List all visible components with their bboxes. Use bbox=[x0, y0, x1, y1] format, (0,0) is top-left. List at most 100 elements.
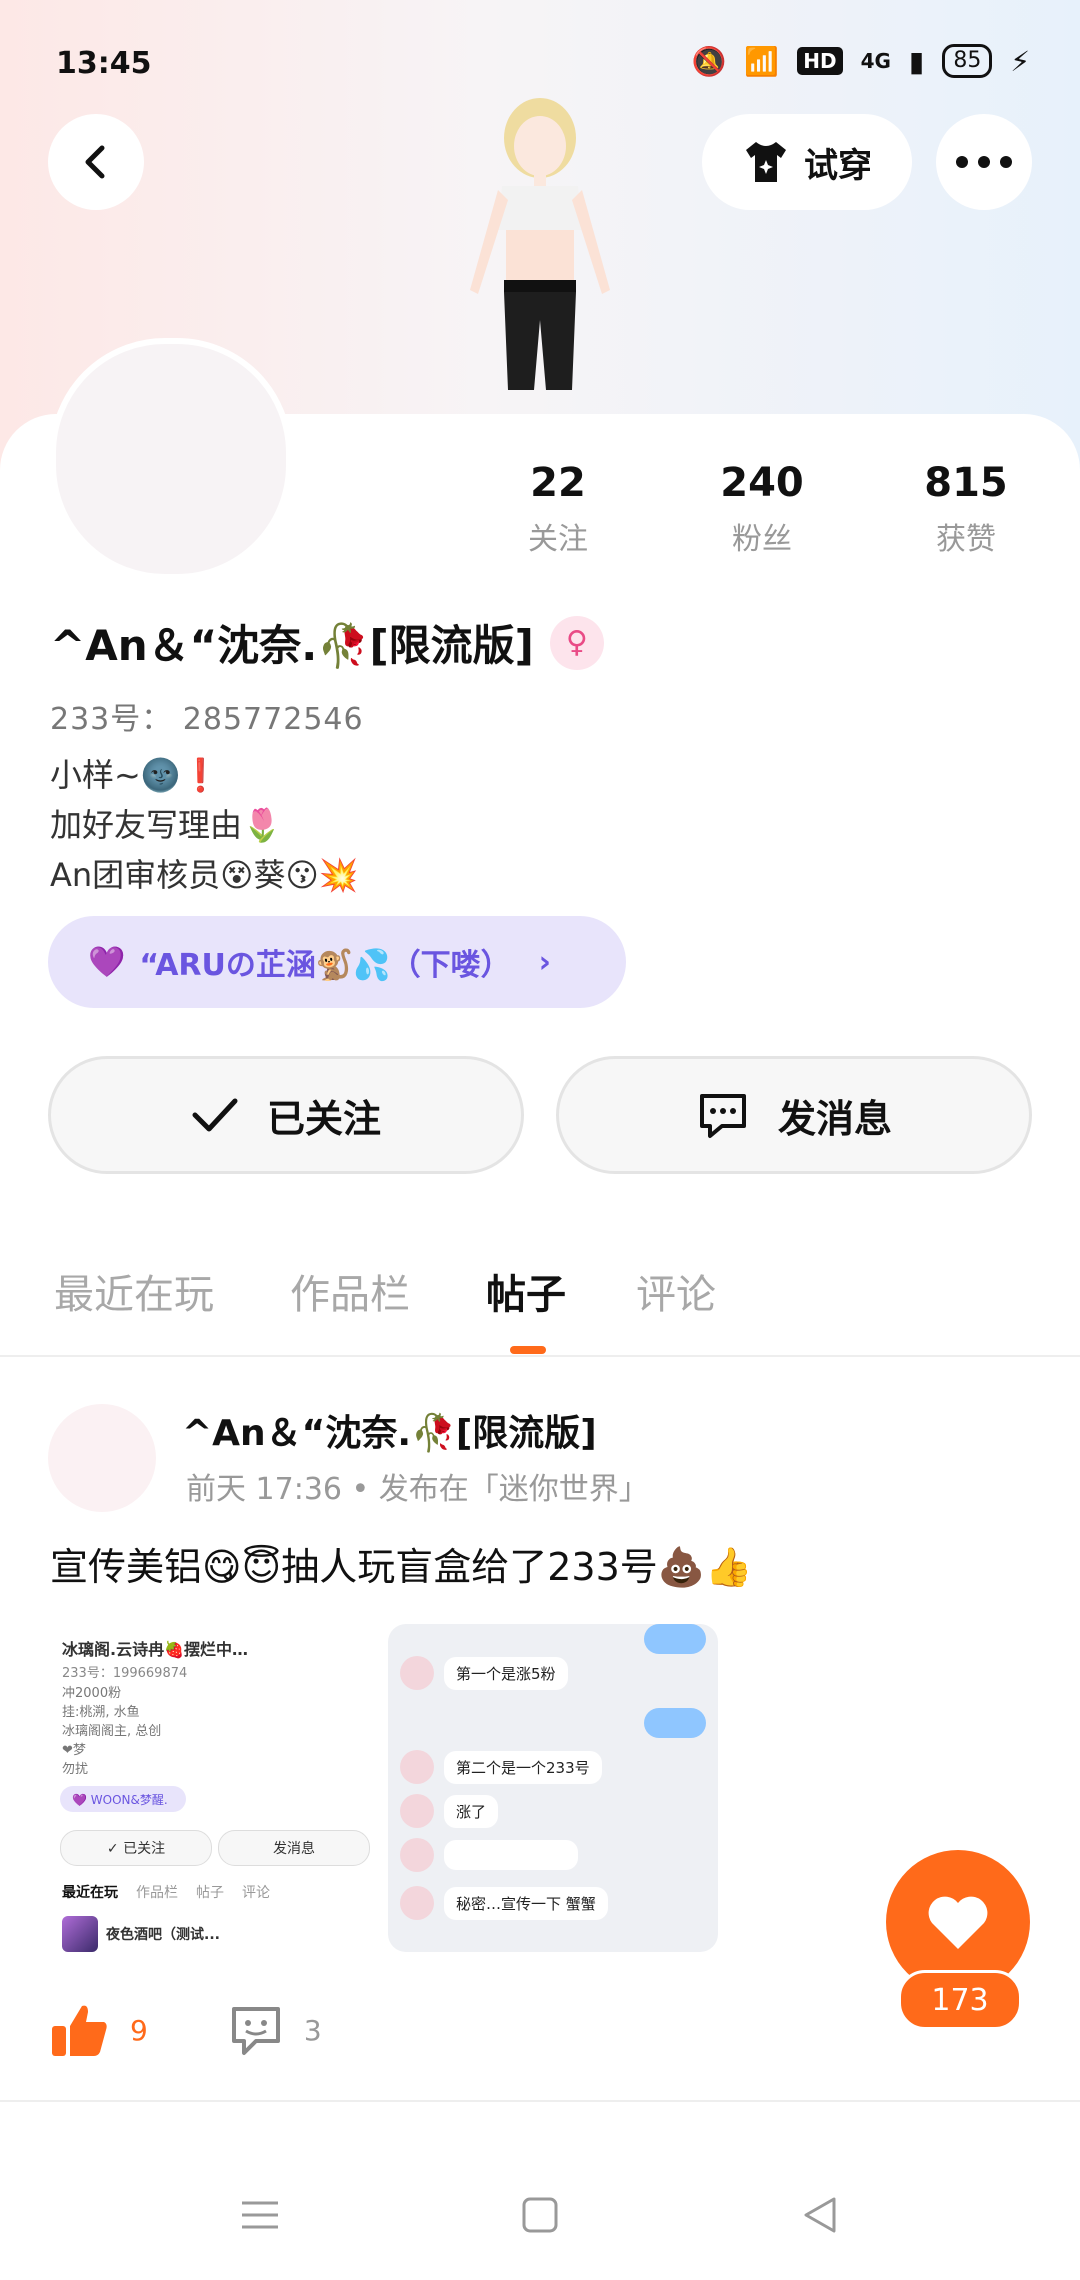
thumb-tab: 作品栏 bbox=[136, 1885, 178, 1901]
bio: 小样~🌚❗ 加好友写理由🌷 An团审核员😵葵😗💥 bbox=[50, 750, 359, 900]
profile-tabs: 最近在玩 作品栏 帖子 评论 bbox=[0, 1240, 1080, 1360]
thumbs-up-icon[interactable] bbox=[50, 2002, 110, 2058]
chat-self-bubble bbox=[644, 1708, 706, 1738]
stat-likes-label: 获赞 bbox=[936, 522, 996, 557]
chat-avatar bbox=[400, 1794, 434, 1828]
message-button[interactable]: 发消息 bbox=[556, 1056, 1032, 1174]
tab-works[interactable]: 作品栏 bbox=[290, 1262, 410, 1320]
stat-following-value: 22 bbox=[530, 460, 586, 506]
chat-message: 涨了 bbox=[444, 1794, 499, 1828]
post-image-chat[interactable]: 第一个是涨5粉 第二个是一个233号 涨了 秘密…宣传一下 蟹蟹 bbox=[388, 1624, 718, 1952]
system-nav-bar bbox=[0, 2160, 1080, 2270]
signal-icon: ▮ bbox=[908, 44, 925, 78]
chat-avatar bbox=[400, 1656, 434, 1690]
thumb-bio-line: 冰璃阁阁主, 总创 bbox=[62, 1724, 162, 1739]
profile-stats: 22 关注 240 粉丝 815 获赞 bbox=[0, 460, 1080, 580]
menu-icon[interactable] bbox=[240, 2197, 280, 2233]
user-id[interactable]: 233号： 285772546 bbox=[50, 694, 364, 738]
game-thumbnail bbox=[62, 1916, 98, 1952]
stat-likes-value: 815 bbox=[924, 460, 1008, 506]
thumb-bio-line: 勿扰 bbox=[62, 1762, 89, 1777]
tab-indicator bbox=[510, 1346, 546, 1354]
stat-fans-value: 240 bbox=[720, 460, 804, 506]
like-count: 9 bbox=[130, 2013, 148, 2047]
stat-fans-label: 粉丝 bbox=[732, 522, 792, 557]
more-button[interactable] bbox=[936, 114, 1032, 210]
post-text[interactable]: 宣传美铝😋😇抽人玩盲盒给了233号💩👍 bbox=[50, 1536, 752, 1591]
club-pill[interactable]: 💜 “ARUの芷涵🐒💦（下喽） › bbox=[48, 916, 626, 1008]
post-images: 冰璃阁.云诗冉🍓摆烂中… 233号：199669874 冲2000粉 挂:桃溯,… bbox=[48, 1624, 718, 1952]
name-row: ^An＆“沈奈.🥀[限流版] ♀ bbox=[50, 612, 604, 673]
chat-avatar bbox=[400, 1750, 434, 1784]
back-button[interactable] bbox=[48, 114, 144, 210]
tab-recent[interactable]: 最近在玩 bbox=[54, 1262, 214, 1320]
heart-icon: 💜 bbox=[88, 944, 126, 980]
status-time: 13:45 bbox=[56, 46, 152, 81]
thumb-message-button: 发消息 bbox=[218, 1830, 370, 1866]
chat-avatar bbox=[400, 1886, 434, 1920]
heart-icon bbox=[928, 1896, 988, 1949]
try-on-label: 试穿 bbox=[804, 145, 872, 186]
chat-self-bubble bbox=[644, 1624, 706, 1654]
female-icon: ♀ bbox=[549, 615, 604, 670]
divider bbox=[0, 2100, 1080, 2102]
message-label: 发消息 bbox=[777, 1096, 892, 1141]
chat-row bbox=[400, 1838, 578, 1872]
check-icon bbox=[192, 1098, 238, 1132]
follow-button[interactable]: 已关注 bbox=[48, 1056, 524, 1174]
thumb-tab: 最近在玩 bbox=[62, 1885, 118, 1901]
tab-posts[interactable]: 帖子 bbox=[486, 1262, 566, 1320]
thumb-club-pill: 💜 WOON&梦醒. bbox=[60, 1786, 186, 1812]
mute-icon: 🔕 bbox=[691, 44, 727, 78]
chat-message: 第二个是一个233号 bbox=[444, 1750, 602, 1784]
chat-row: 涨了 bbox=[400, 1794, 499, 1828]
bio-line: An团审核员😵葵😗💥 bbox=[50, 856, 359, 894]
chat-icon bbox=[699, 1094, 746, 1138]
wifi-icon: 📶 bbox=[744, 44, 780, 78]
stat-following[interactable]: 22 关注 bbox=[478, 460, 638, 558]
avatar-character[interactable] bbox=[430, 90, 650, 420]
divider bbox=[0, 1355, 1080, 1357]
thumb-username: 冰璃阁.云诗冉🍓摆烂中… bbox=[62, 1640, 249, 1659]
chevron-left-icon bbox=[85, 145, 105, 179]
comment-count: 3 bbox=[303, 2013, 322, 2047]
username: ^An＆“沈奈.🥀[限流版] bbox=[50, 621, 534, 670]
post-author[interactable]: ^An＆“沈奈.🥀[限流版] bbox=[182, 1404, 597, 1456]
post-author-avatar[interactable] bbox=[48, 1404, 156, 1512]
thumb-bio: 冲2000粉 挂:桃溯, 水鱼 冰璃阁阁主, 总创 ❤梦 勿扰 bbox=[62, 1684, 161, 1779]
network-label: 4G bbox=[860, 49, 891, 73]
tab-comments[interactable]: 评论 bbox=[636, 1262, 716, 1320]
thumb-tab: 帖子 bbox=[196, 1885, 224, 1901]
battery-level: 85 bbox=[942, 44, 993, 78]
thumb-bio-line: 冲2000粉 bbox=[62, 1686, 122, 1701]
thumb-tabs: 最近在玩 作品栏 帖子 评论 bbox=[62, 1882, 270, 1902]
thumb-follow-button: ✓ 已关注 bbox=[60, 1830, 212, 1866]
stat-likes[interactable]: 815 获赞 bbox=[886, 460, 1046, 558]
thumb-user-id: 233号：199669874 bbox=[62, 1666, 188, 1681]
like-fab-count: 173 bbox=[898, 1970, 1022, 2030]
more-icon bbox=[956, 156, 1012, 168]
stat-following-label: 关注 bbox=[528, 522, 588, 557]
comment-icon[interactable] bbox=[228, 2003, 284, 2057]
bio-line: 加好友写理由🌷 bbox=[50, 806, 282, 844]
shirt-icon bbox=[746, 142, 786, 182]
stat-fans[interactable]: 240 粉丝 bbox=[682, 460, 842, 558]
chat-avatar bbox=[400, 1838, 434, 1872]
chevron-right-icon: › bbox=[538, 944, 551, 980]
thumb-game-row: 夜色酒吧（测试... bbox=[62, 1916, 220, 1952]
chat-message-blurred bbox=[444, 1840, 578, 1870]
chat-row: 第二个是一个233号 bbox=[400, 1750, 602, 1784]
thumb-game-name: 夜色酒吧（测试... bbox=[106, 1927, 220, 1943]
back-triangle-icon[interactable] bbox=[800, 2195, 840, 2235]
thumb-bio-line: 挂:桃溯, 水鱼 bbox=[62, 1705, 140, 1720]
bio-line: 小样~🌚❗ bbox=[50, 756, 221, 794]
club-name: “ARUの芷涵🐒💦（下喽） bbox=[139, 948, 511, 983]
hd-badge: HD bbox=[797, 47, 843, 75]
chat-row: 秘密…宣传一下 蟹蟹 bbox=[400, 1886, 608, 1920]
post-actions: 9 3 bbox=[50, 2002, 382, 2058]
post-image-profile[interactable]: 冰璃阁.云诗冉🍓摆烂中… 233号：199669874 冲2000粉 挂:桃溯,… bbox=[48, 1624, 378, 1952]
chat-message: 第一个是涨5粉 bbox=[444, 1656, 568, 1690]
chat-row: 第一个是涨5粉 bbox=[400, 1656, 568, 1690]
home-icon[interactable] bbox=[520, 2195, 560, 2235]
try-on-button[interactable]: 试穿 bbox=[702, 114, 912, 210]
